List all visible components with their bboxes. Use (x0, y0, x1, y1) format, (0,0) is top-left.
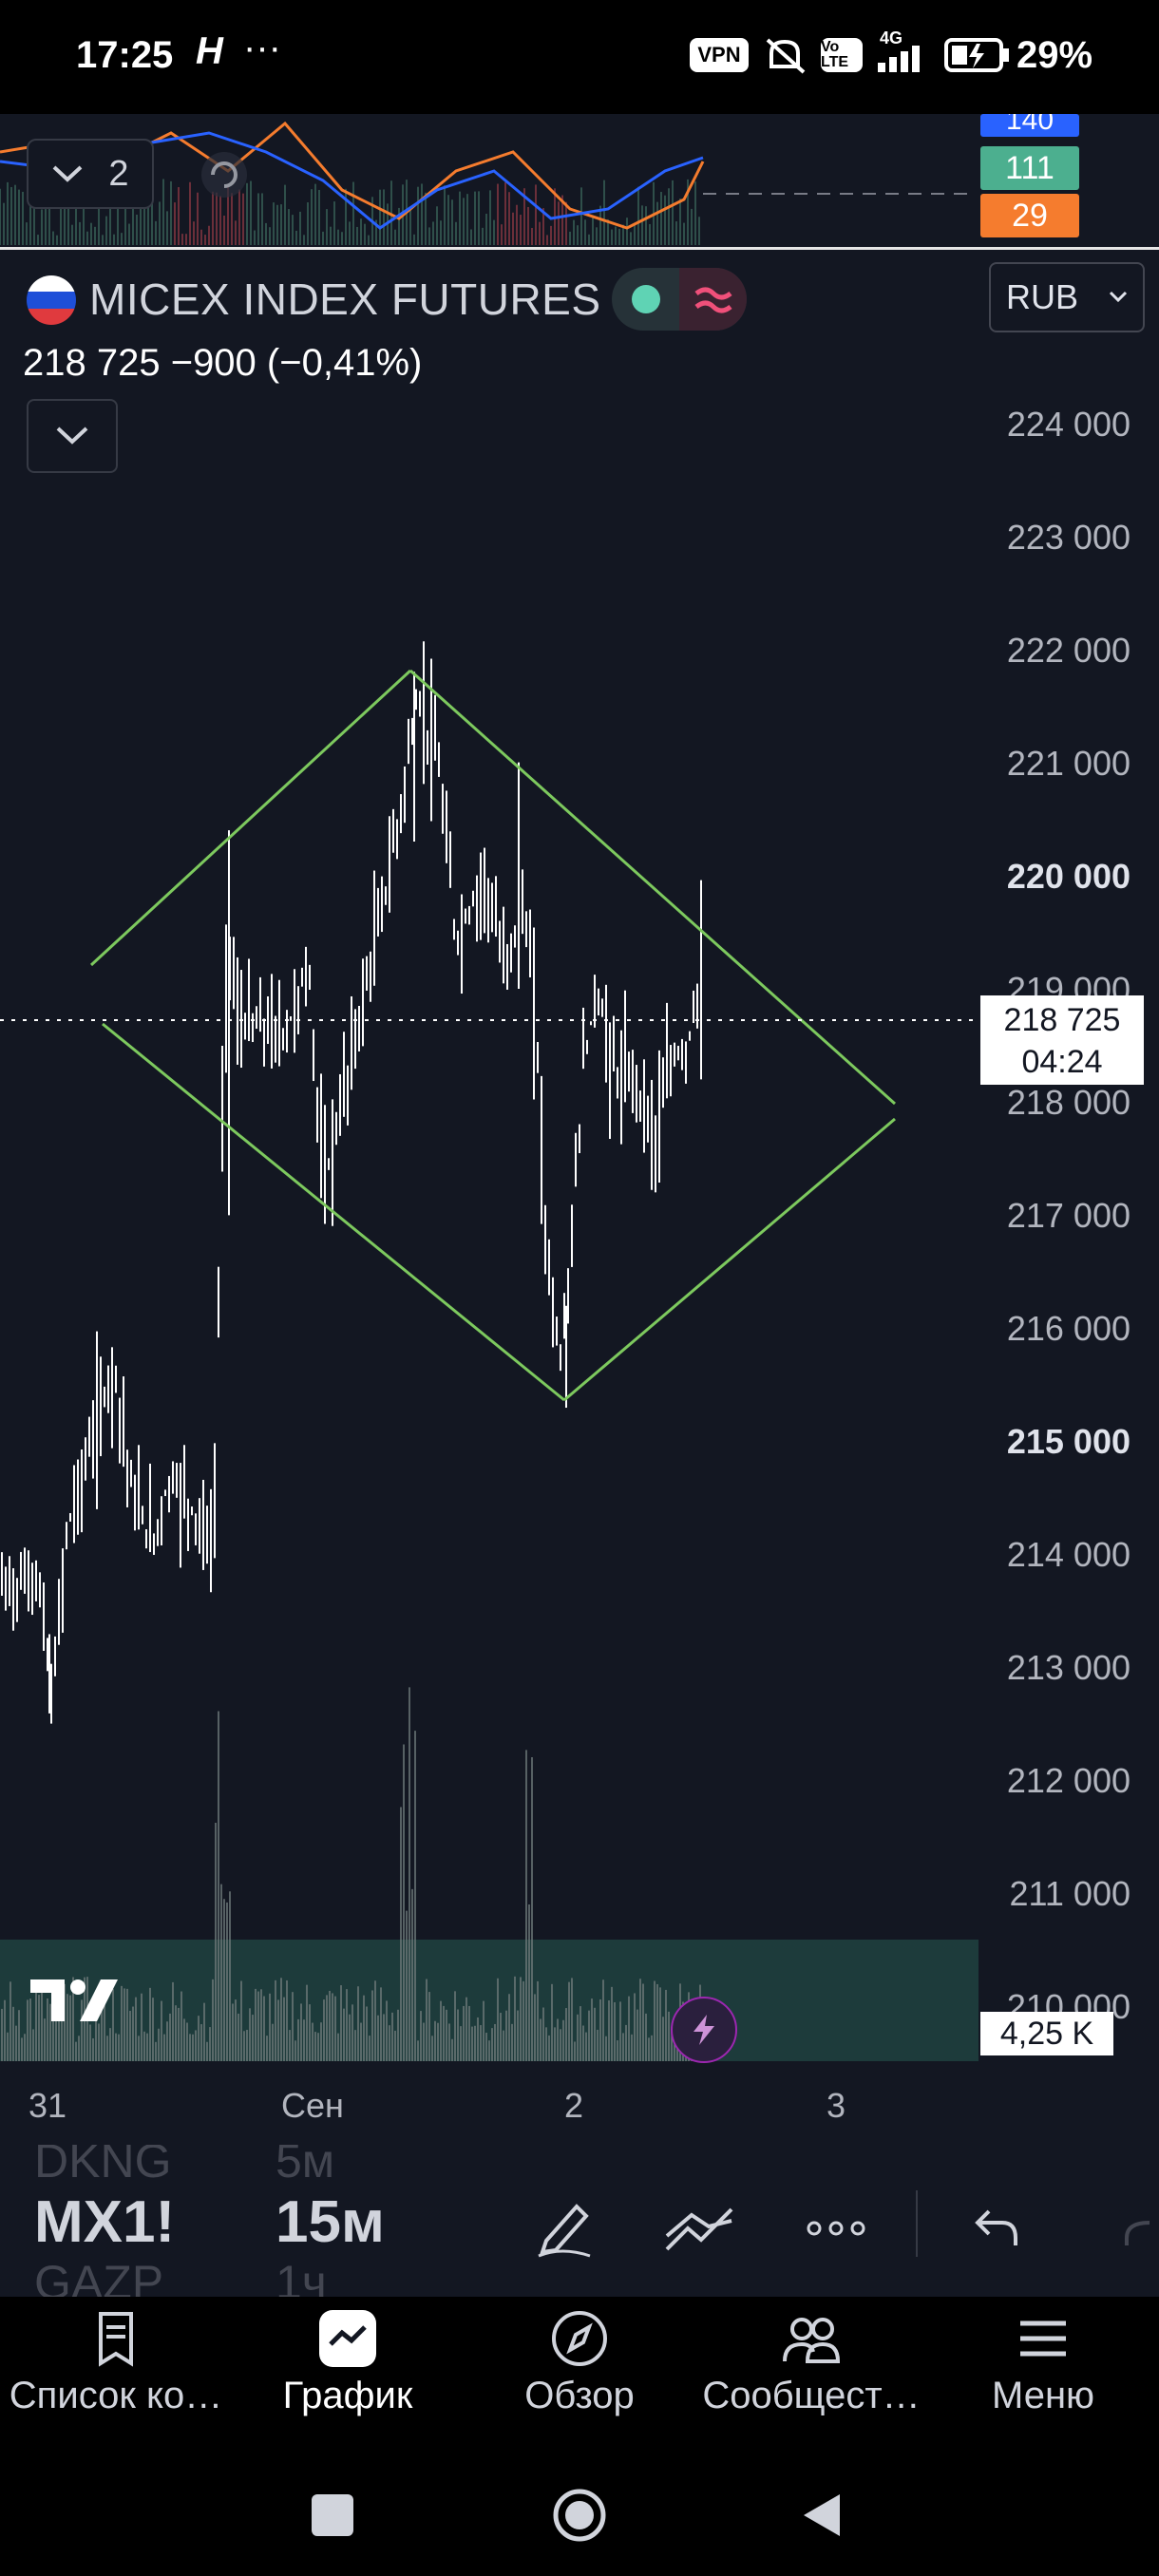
more-tools-button[interactable] (798, 2190, 874, 2266)
volte-icon: Vo LTE (821, 38, 863, 72)
current-interval[interactable]: 15м (276, 2188, 385, 2256)
price-axis-label: 215 000 (1006, 1422, 1130, 1461)
nav-label: Обзор (524, 2375, 635, 2416)
next-interval[interactable]: 1ч (276, 2255, 327, 2297)
nav-watchlist[interactable]: Список ко… (0, 2308, 232, 2417)
menu-icon (1020, 2320, 1066, 2357)
silent-icon (766, 38, 806, 74)
candle-series (1, 641, 702, 1724)
price-axis-label: 213 000 (1006, 1648, 1130, 1687)
chevron-down-icon (1109, 291, 1128, 303)
system-navigation-bar (0, 2449, 1159, 2576)
nav-menu[interactable]: Меню (927, 2308, 1159, 2417)
nav-overview[interactable]: Обзор (464, 2308, 695, 2417)
nav-label: Сообщест… (702, 2375, 921, 2416)
undo-icon (975, 2209, 1017, 2245)
lightning-button[interactable] (671, 1997, 737, 2063)
indicator-tag-blue: 140 (980, 114, 1079, 137)
price-axis-label: 218 000 (1006, 1083, 1130, 1122)
compass-icon (552, 2311, 607, 2366)
tradingview-logo-icon (30, 1979, 118, 2021)
nav-label: Меню (991, 2375, 1095, 2416)
status-time: 17:25 (76, 34, 174, 76)
notification-icon: H (196, 30, 223, 72)
nav-chart[interactable]: График (232, 2308, 464, 2417)
undo-button[interactable] (960, 2190, 1036, 2266)
trendline-icon (665, 2207, 733, 2251)
toolbar-divider (916, 2190, 918, 2257)
trendline-button[interactable] (661, 2190, 737, 2266)
price-chart[interactable] (0, 142, 978, 2071)
price-axis-label: 214 000 (1006, 1535, 1130, 1574)
community-icon (783, 2318, 841, 2363)
price-axis-label: 220 000 (1006, 857, 1130, 896)
price-axis-label: 211 000 (1009, 1874, 1130, 1913)
more-icon (807, 2221, 865, 2236)
redo-icon (1125, 2221, 1150, 2245)
last-price-label: 218 725 04:24 (980, 995, 1144, 1085)
svg-text:4G: 4G (880, 28, 902, 47)
diamond-pattern-drawing[interactable] (89, 669, 896, 1402)
next-symbol[interactable]: GAZP (34, 2255, 163, 2297)
battery-percent: 29% (1016, 34, 1093, 76)
time-label-3: 3 (826, 2086, 846, 2125)
lightning-icon (694, 2015, 714, 2045)
volume-value-label: 4,25 K (980, 2012, 1113, 2055)
time-label-sep: Сен (281, 2086, 344, 2125)
pencil-icon (538, 2204, 591, 2258)
currency-value: RUB (1006, 277, 1079, 316)
watchlist-icon (99, 2312, 133, 2367)
price-axis-label: 222 000 (1006, 631, 1130, 670)
nav-community[interactable]: Сообщест… (695, 2308, 927, 2417)
back-button[interactable] (798, 2491, 846, 2540)
price-axis-label: 223 000 (1006, 518, 1130, 557)
price-axis-label: 221 000 (1006, 744, 1130, 783)
indicator-tag-orange: 29 (980, 194, 1079, 237)
home-button[interactable] (551, 2487, 608, 2544)
prev-interval[interactable]: 5м (276, 2145, 334, 2188)
currency-select[interactable]: RUB (989, 262, 1145, 332)
vpn-icon: VPN (690, 38, 749, 72)
status-bar: 17:25 H ··· VPN Vo LTE 4G 29% (0, 0, 1159, 114)
prev-symbol[interactable]: DKNG (34, 2145, 171, 2188)
nav-label: График (282, 2375, 413, 2416)
price-axis-label: 224 000 (1006, 405, 1130, 444)
current-symbol[interactable]: MX1! (34, 2188, 175, 2256)
draw-button[interactable] (526, 2190, 602, 2266)
bar-countdown: 04:24 (1021, 1044, 1103, 1080)
last-price-value: 218 725 (1003, 1002, 1121, 1038)
indicator-tag-green: 111 (980, 146, 1079, 190)
more-notifications-icon: ··· (243, 27, 281, 68)
recents-button[interactable] (312, 2494, 353, 2536)
price-axis-label: 216 000 (1006, 1309, 1130, 1348)
chart-icon (319, 2310, 376, 2367)
price-axis-label: 217 000 (1006, 1196, 1130, 1235)
nav-label: Список ко… (9, 2375, 223, 2416)
time-label-2: 2 (564, 2086, 584, 2125)
price-axis-label: 212 000 (1006, 1761, 1130, 1800)
signal-4g-icon: 4G (878, 28, 920, 72)
battery-icon (944, 38, 1009, 72)
redo-button[interactable] (1102, 2190, 1159, 2266)
time-label-31: 31 (28, 2086, 67, 2125)
